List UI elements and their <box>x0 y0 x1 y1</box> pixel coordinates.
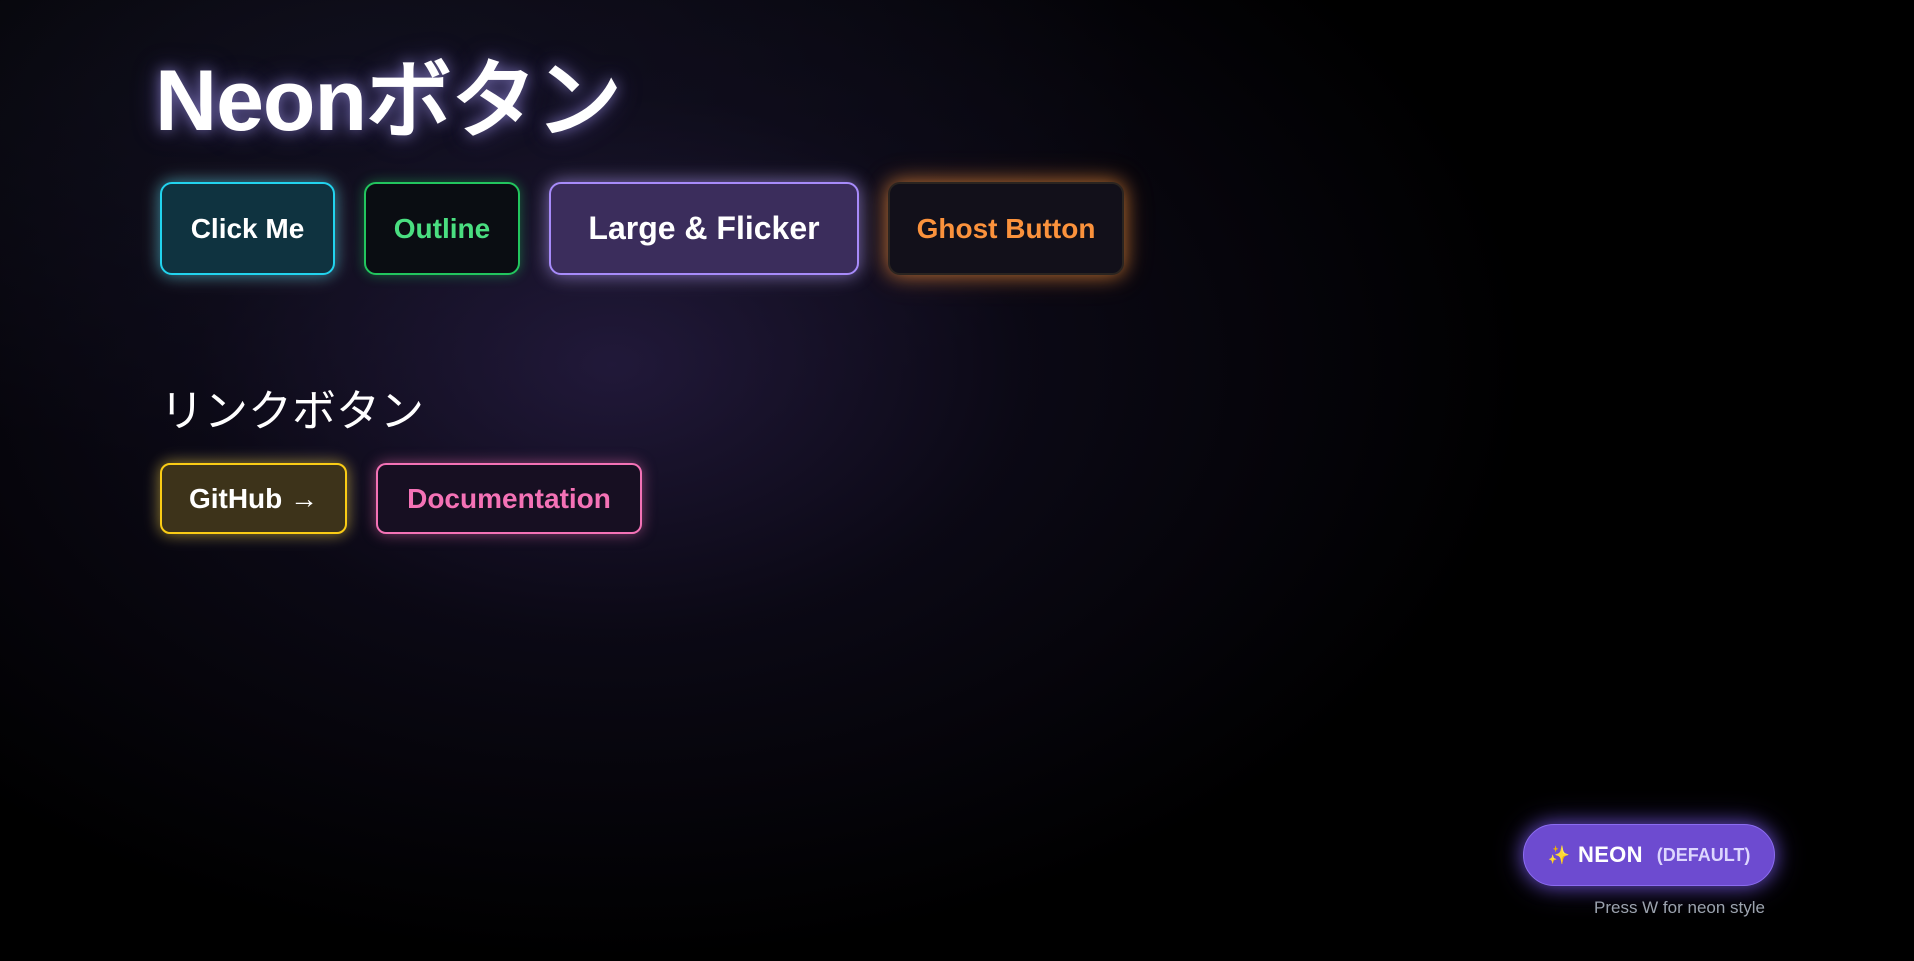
ghost-button[interactable]: Ghost Button <box>888 182 1124 275</box>
github-link-button[interactable]: GitHub → <box>160 463 347 534</box>
keyboard-hint: Press W for neon style <box>1593 898 1765 917</box>
neon-style-toggle[interactable]: ✨ NEON (DEFAULT) <box>1523 824 1775 886</box>
click-me-button[interactable]: Click Me <box>160 182 335 275</box>
style-default-note: (DEFAULT) <box>1656 844 1751 865</box>
page-title: Neonボタン <box>155 53 622 149</box>
style-name-label: NEON <box>1578 842 1643 867</box>
link-buttons-heading: リンクボタン <box>160 387 424 436</box>
sparkles-icon: ✨ <box>1547 844 1570 866</box>
documentation-link-button[interactable]: Documentation <box>376 463 642 534</box>
outline-button[interactable]: Outline <box>364 182 520 275</box>
large-flicker-button[interactable]: Large & Flicker <box>549 182 859 275</box>
